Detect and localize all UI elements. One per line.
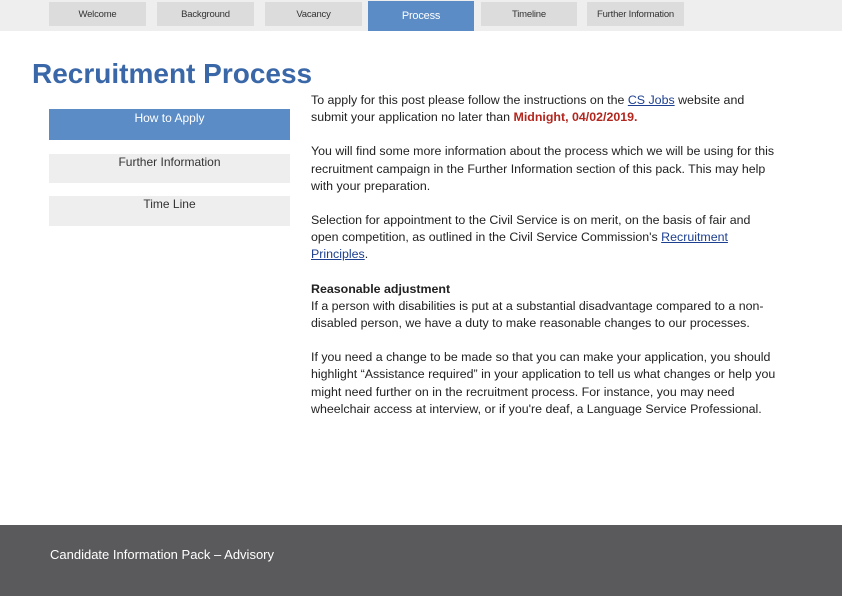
reasonable-adjustment-heading: Reasonable adjustment bbox=[311, 281, 451, 296]
tab-welcome[interactable]: Welcome bbox=[49, 2, 146, 26]
footer-text: Candidate Information Pack – Advisory bbox=[50, 547, 275, 562]
top-navigation-bar: Welcome Background Vacancy Process Timel… bbox=[0, 0, 842, 31]
sidenav-item-how-to-apply[interactable]: How to Apply bbox=[49, 109, 290, 140]
reasonable-adjustment-text: If a person with disabilities is put at … bbox=[311, 298, 764, 331]
apply-paragraph: To apply for this post please follow the… bbox=[311, 92, 781, 126]
apply-text: To apply for this post please follow the… bbox=[311, 93, 628, 107]
tab-timeline[interactable]: Timeline bbox=[481, 2, 577, 26]
tab-further-information[interactable]: Further Information bbox=[587, 2, 684, 26]
footer: Candidate Information Pack – Advisory bbox=[0, 525, 842, 596]
cs-jobs-link[interactable]: CS Jobs bbox=[628, 93, 675, 107]
tab-process[interactable]: Process bbox=[368, 1, 474, 31]
selection-text-end: . bbox=[364, 247, 369, 262]
tab-vacancy[interactable]: Vacancy bbox=[265, 2, 362, 26]
sidenav-item-further-information[interactable]: Further Information bbox=[49, 154, 290, 183]
assistance-paragraph: If you need a change to be made so that … bbox=[311, 350, 776, 416]
selection-paragraph: Selection for appointment to the Civil S… bbox=[311, 212, 781, 264]
tab-background[interactable]: Background bbox=[157, 2, 254, 26]
deadline-text: Midnight, 04/02/2019. bbox=[513, 110, 638, 125]
page-title: Recruitment Process bbox=[32, 58, 313, 89]
sidenav-item-time-line[interactable]: Time Line bbox=[49, 196, 290, 226]
further-info-paragraph: You will find some more information abou… bbox=[311, 144, 775, 193]
main-content: To apply for this post please follow the… bbox=[311, 92, 781, 435]
reasonable-adjustment-paragraph: Reasonable adjustment If a person with d… bbox=[311, 281, 781, 333]
